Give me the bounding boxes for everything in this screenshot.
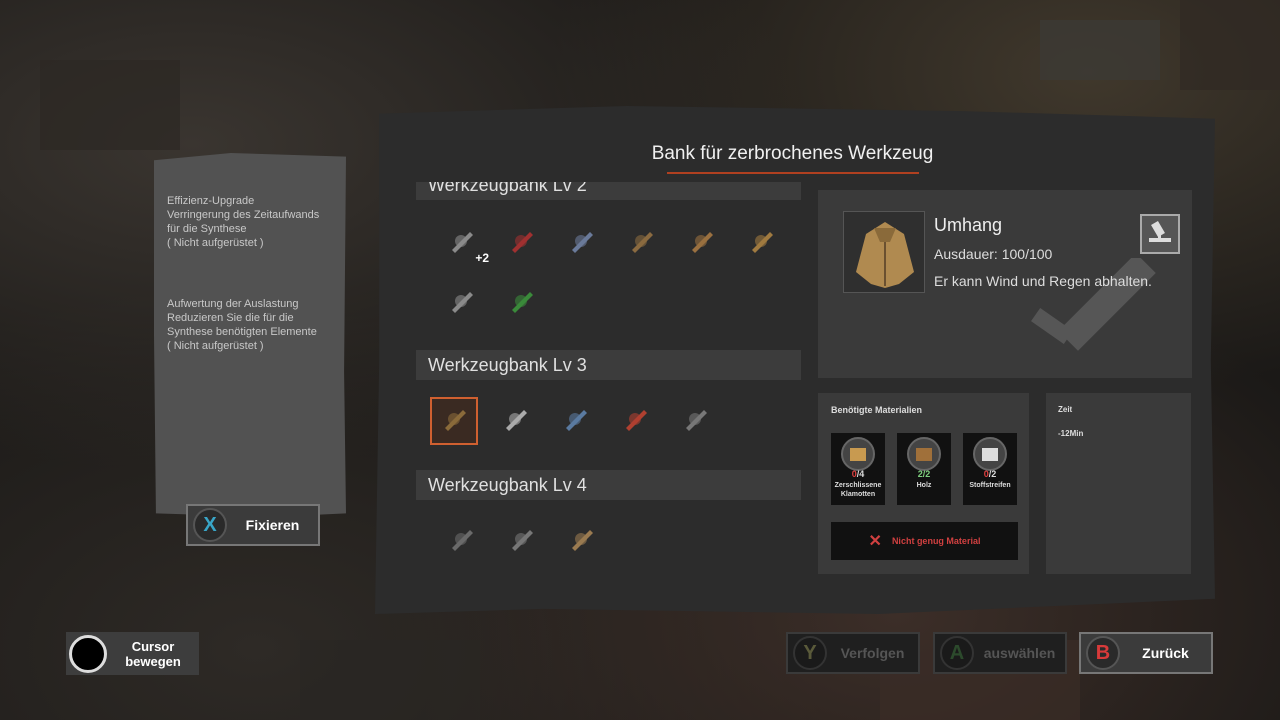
not-enough-material-button[interactable]: ✕ Nicht genug Material <box>831 522 1018 560</box>
shovel-icon <box>504 284 538 323</box>
section-header-lv4: Werkzeugbank Lv 4 <box>416 470 801 500</box>
y-key-icon: Y <box>793 636 827 670</box>
recipe-slot[interactable] <box>497 279 545 327</box>
recipe-slot[interactable]: +2 <box>437 219 489 267</box>
upgrade-count-badge: +2 <box>475 251 489 265</box>
upgrade-line: für die Synthese <box>167 223 247 235</box>
close-icon: ✕ <box>868 533 882 550</box>
recipe-slot[interactable] <box>430 397 478 445</box>
wood-icon <box>907 437 941 471</box>
upgrade-line: Reduzieren Sie die für die <box>167 312 294 324</box>
upgrade-line: Verringerung des Zeitaufwands <box>167 209 320 221</box>
recipe-slot[interactable] <box>551 397 599 445</box>
spear-icon <box>678 402 712 441</box>
materials-label: Benötigte Materialien <box>831 405 923 415</box>
scissors-icon <box>504 522 538 561</box>
x-key-icon: X <box>193 508 227 542</box>
time-label: Zeit <box>1058 405 1073 414</box>
section-header-lv2: Werkzeugbank Lv 2 <box>416 182 801 200</box>
panel-title: Bank für zerbrochenes Werkzeug <box>651 143 934 164</box>
recipe-slot[interactable] <box>491 397 539 445</box>
recipe-slot[interactable] <box>617 219 665 267</box>
tool-red-icon <box>504 224 538 263</box>
upgrade-line: ( Nicht aufgerüstet ) <box>167 237 264 249</box>
item-description: Er kann Wind und Regen abhalten. <box>934 273 1152 289</box>
track-button[interactable]: Y Verfolgen <box>786 632 920 674</box>
selected-item-thumbnail <box>843 211 925 293</box>
track-toggle[interactable] <box>1140 214 1180 254</box>
time-value: -12Min <box>1058 429 1084 438</box>
leather-icon <box>624 224 658 263</box>
fabric-strips-icon <box>973 437 1007 471</box>
item-name: Umhang <box>934 215 1003 235</box>
efficiency-upgrade: Effizienz-Upgrade Verringerung des Zeitau… <box>167 194 342 250</box>
time-panel <box>1046 393 1191 574</box>
recipe-slot[interactable] <box>671 397 719 445</box>
upgrade-line: Aufwertung der Auslastung <box>167 298 299 310</box>
recipe-slot[interactable] <box>557 517 605 565</box>
recipe-slot[interactable] <box>437 279 485 327</box>
section-header-lv3: Werkzeugbank Lv 3 <box>416 350 801 380</box>
recipe-slot[interactable] <box>557 219 605 267</box>
not-enough-label: Nicht genug Material <box>891 536 981 546</box>
select-button-label: auswählen <box>983 645 1056 661</box>
select-button[interactable]: A auswählen <box>933 632 1067 674</box>
rope-icon <box>744 224 778 263</box>
fix-button-label: Fixieren <box>245 517 300 533</box>
upgrade-line: Synthese benötigten Elemente <box>167 326 317 338</box>
pistol-icon <box>444 522 478 561</box>
stick-icon <box>69 634 107 673</box>
item-durability: Ausdauer: 100/100 <box>934 246 1053 262</box>
recipe-slot[interactable] <box>611 397 659 445</box>
a-key-icon: A <box>940 636 974 670</box>
trap-icon <box>564 522 598 561</box>
recipe-slot[interactable] <box>497 219 545 267</box>
material-count: 0/4 <box>851 469 865 479</box>
title-underline <box>667 172 919 174</box>
cloak-icon <box>856 222 914 288</box>
material-name: Holz <box>916 482 932 489</box>
b-key-icon: B <box>1086 636 1120 670</box>
material-name: Stoffstreifen <box>969 482 1011 489</box>
material-slot: 0/4 Zerschlissene Klamotten <box>831 433 885 505</box>
back-button-label: Zurück <box>1142 645 1189 661</box>
hammer-icon <box>1149 220 1171 242</box>
recipe-slot[interactable] <box>737 219 785 267</box>
recipe-slot[interactable] <box>497 517 545 565</box>
stick-icon <box>684 224 718 263</box>
material-slot: 0/2 Stoffstreifen <box>963 433 1017 505</box>
recipe-list[interactable]: Werkzeugbank Lv 2 Werkzeugbank Lv 3 Werk… <box>416 182 801 582</box>
load-upgrade: Aufwertung der Auslastung Reduzieren Sie … <box>167 297 342 353</box>
tongs-icon <box>444 284 478 323</box>
material-count: 0/2 <box>983 469 997 479</box>
cursor-hint-label: Cursor bewegen <box>125 638 181 669</box>
material-name: Zerschlissene Klamotten <box>834 482 882 498</box>
axe-icon <box>618 402 652 441</box>
shirt-icon <box>841 437 875 471</box>
fix-button[interactable]: X Fixieren <box>186 504 320 546</box>
recipe-slot[interactable] <box>437 517 485 565</box>
cloak-icon <box>437 402 471 441</box>
recipe-slot[interactable] <box>677 219 725 267</box>
cursor-hint: Cursor bewegen <box>66 632 199 675</box>
track-button-label: Verfolgen <box>840 645 905 661</box>
cloth-blue-icon <box>564 224 598 263</box>
material-slot: 2/2 Holz <box>897 433 951 505</box>
material-count: 2/2 <box>917 469 931 479</box>
gear-wheel-icon <box>498 402 532 441</box>
back-button[interactable]: B Zurück <box>1079 632 1213 674</box>
crossbow-icon <box>444 224 478 263</box>
upgrade-line: Effizienz-Upgrade <box>167 195 255 207</box>
upgrade-line: ( Nicht aufgerüstet ) <box>167 340 264 352</box>
boots-icon <box>558 402 592 441</box>
